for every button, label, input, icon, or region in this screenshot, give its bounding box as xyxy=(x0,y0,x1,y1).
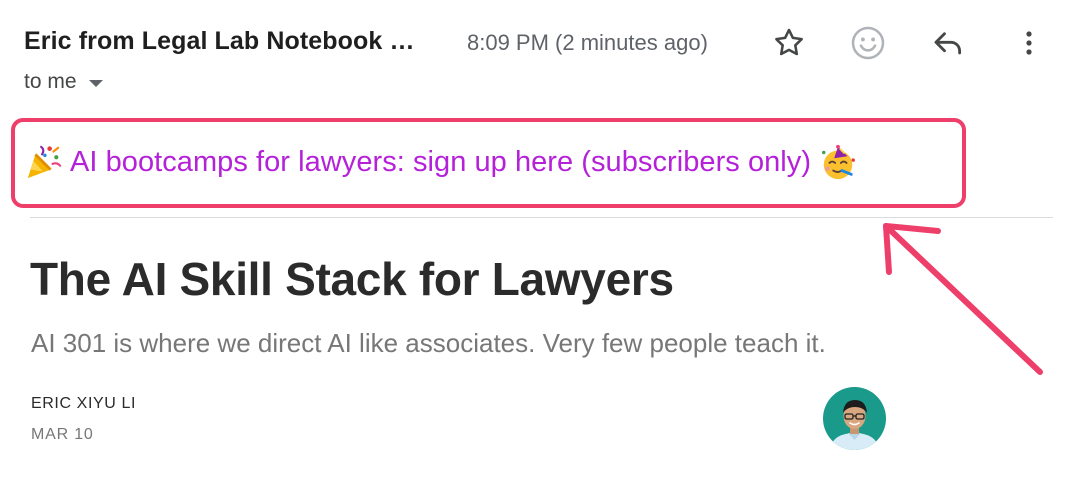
recipient-details-toggle[interactable]: to me xyxy=(24,70,103,94)
avatar[interactable] xyxy=(823,387,886,450)
article-title[interactable]: The AI Skill Stack for Lawyers xyxy=(30,252,674,306)
article-subtitle: AI 301 is where we direct AI like associ… xyxy=(31,328,826,358)
sender-name[interactable]: Eric from Legal Lab Notebook … xyxy=(24,27,415,56)
author-name[interactable]: ERIC XIYU LI xyxy=(31,395,136,413)
reply-button[interactable] xyxy=(928,23,968,63)
more-options-button[interactable] xyxy=(1009,23,1049,63)
annotation-arrow xyxy=(883,223,1043,375)
banner-text: AI bootcamps for lawyers: sign up here (… xyxy=(70,145,812,178)
more-vert-icon xyxy=(1026,31,1032,55)
chevron-down-icon xyxy=(88,79,103,87)
author-photo xyxy=(823,387,886,450)
content-divider xyxy=(30,217,1053,218)
bootcamp-signup-link[interactable]: AI bootcamps for lawyers: sign up here (… xyxy=(24,140,857,184)
publish-date: MAR 10 xyxy=(31,426,94,443)
reply-icon xyxy=(934,32,962,55)
emoji-smile-icon xyxy=(851,26,885,60)
party-popper-icon xyxy=(27,145,62,179)
partying-face-icon xyxy=(822,144,855,180)
star-icon xyxy=(775,28,803,56)
email-timestamp: 8:09 PM (2 minutes ago) xyxy=(467,30,708,55)
star-button[interactable] xyxy=(769,23,809,63)
email-view: Eric from Legal Lab Notebook … 8:09 PM (… xyxy=(0,0,1081,480)
add-reaction-button[interactable] xyxy=(848,23,888,63)
recipient-label: to me xyxy=(24,70,77,93)
